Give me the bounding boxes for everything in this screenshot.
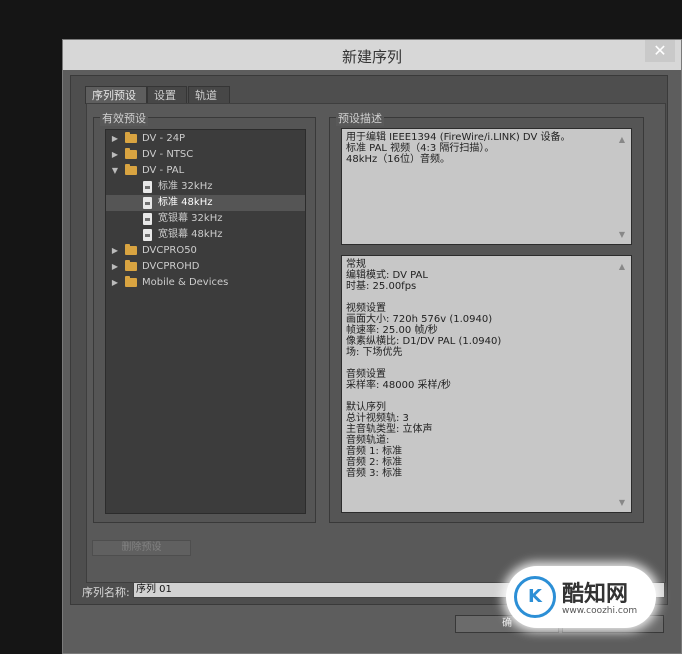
detail-line: 默认序列 <box>346 402 386 413</box>
detail-line: 音频 1: 标准 <box>346 446 403 457</box>
folder-icon <box>125 260 137 271</box>
tree-item-label: DVCPRO50 <box>142 245 197 256</box>
tree-item-label: 宽银幕 32kHz <box>158 213 223 224</box>
detail-line: 采样率: 48000 采样/秒 <box>346 380 451 391</box>
watermark-url: www.coozhi.com <box>562 606 638 616</box>
tree-item-widescreen-48khz[interactable]: 宽银幕 48kHz <box>106 227 305 243</box>
folder-icon <box>125 132 137 143</box>
tree-item-label: 宽银幕 48kHz <box>158 229 223 240</box>
tree-item-dv-ntsc[interactable]: ▶ DV - NTSC <box>106 147 305 163</box>
close-button[interactable]: ✕ <box>645 40 675 62</box>
detail-line <box>346 292 611 303</box>
tree-item-standard-48khz[interactable]: 标准 48kHz <box>106 195 305 211</box>
tree-item-label: DV - 24P <box>142 133 186 144</box>
scroll-up-icon[interactable]: ▲ <box>617 262 627 272</box>
watermark-logo: K 酷知网 www.coozhi.com <box>506 566 656 628</box>
watermark-name: 酷知网 <box>562 582 629 607</box>
expand-arrow-icon[interactable]: ▶ <box>111 259 119 275</box>
close-icon: ✕ <box>653 41 667 60</box>
available-presets-label: 有效预设 <box>100 110 148 126</box>
folder-icon <box>125 276 137 287</box>
title-bar: 新建序列 ✕ <box>63 40 681 70</box>
tree-item-widescreen-32khz[interactable]: 宽银幕 32kHz <box>106 211 305 227</box>
tab-label: 序列预设 <box>92 89 136 102</box>
tree-item-mobile-devices[interactable]: ▶ Mobile & Devices <box>106 275 305 291</box>
tab-settings[interactable]: 设置 <box>147 86 187 104</box>
tab-sequence-presets[interactable]: 序列预设 <box>85 86 147 104</box>
expand-arrow-icon[interactable]: ▶ <box>111 131 119 147</box>
scroll-down-icon[interactable]: ▼ <box>617 230 627 240</box>
dialog-title: 新建序列 <box>341 48 402 66</box>
summary-line: 48kHz（16位）音频。 <box>346 154 451 165</box>
detail-line <box>346 391 611 402</box>
detail-line: 编辑模式: DV PAL <box>346 270 428 281</box>
folder-icon <box>125 148 137 159</box>
detail-line: 主音轨类型: 立体声 <box>346 424 433 435</box>
tree-item-label: DVCPROHD <box>142 261 200 272</box>
summary-line: 标准 PAL 视频（4:3 隔行扫描）。 <box>346 143 495 154</box>
detail-line: 像素纵横比: D1/DV PAL (1.0940) <box>346 336 502 347</box>
tree-item-dvcpro50[interactable]: ▶ DVCPRO50 <box>106 243 305 259</box>
sequence-name-label: 序列名称: <box>82 586 130 599</box>
preset-file-icon <box>143 213 152 225</box>
tab-label: 轨道 <box>195 89 217 102</box>
tree-item-label: Mobile & Devices <box>142 277 229 288</box>
detail-line: 音频 3: 标准 <box>346 468 403 479</box>
detail-line: 帧速率: 25.00 帧/秒 <box>346 325 438 336</box>
tree-item-dvcprohd[interactable]: ▶ DVCPROHD <box>106 259 305 275</box>
detail-line <box>346 358 611 369</box>
tree-item-dv-24p[interactable]: ▶ DV - 24P <box>106 131 305 147</box>
expand-arrow-icon[interactable]: ▶ <box>111 275 119 291</box>
detail-line: 视频设置 <box>346 303 386 314</box>
preset-tree[interactable]: ▶ DV - 24P ▶ DV - NTSC ▼ DV - PAL 标准 32k… <box>105 129 306 514</box>
scroll-up-icon[interactable]: ▲ <box>617 135 627 145</box>
detail-line: 总计视频轨: 3 <box>346 413 409 424</box>
preset-file-icon <box>143 197 152 209</box>
collapse-arrow-icon[interactable]: ▼ <box>111 163 119 179</box>
preset-file-icon <box>143 229 152 241</box>
summary-line: 用于编辑 IEEE1394 (FireWire/i.LINK) DV 设备。 <box>346 132 571 143</box>
detail-line: 画面大小: 720h 576v (1.0940) <box>346 314 493 325</box>
preset-description-label: 预设描述 <box>336 110 384 126</box>
preset-details-box: 常规 编辑模式: DV PAL 时基: 25.00fps 视频设置 画面大小: … <box>341 255 632 513</box>
detail-line: 音频 2: 标准 <box>346 457 403 468</box>
expand-arrow-icon[interactable]: ▶ <box>111 147 119 163</box>
tab-label: 设置 <box>154 89 176 102</box>
detail-line: 音频设置 <box>346 369 386 380</box>
tree-item-label: DV - NTSC <box>142 149 194 160</box>
preset-file-icon <box>143 181 152 193</box>
detail-line: 场: 下场优先 <box>346 347 403 358</box>
tree-item-standard-32khz[interactable]: 标准 32kHz <box>106 179 305 195</box>
scroll-down-icon[interactable]: ▼ <box>617 498 627 508</box>
tree-item-label: 标准 48kHz <box>158 197 213 208</box>
new-sequence-dialog: 新建序列 ✕ 序列预设 设置 轨道 有效预设 预设描述 ▶ DV - 24P ▶ <box>62 39 682 654</box>
expand-arrow-icon[interactable]: ▶ <box>111 243 119 259</box>
coozhi-logo-icon: K <box>514 576 556 618</box>
tree-item-dv-pal[interactable]: ▼ DV - PAL <box>106 163 305 179</box>
delete-preset-button[interactable]: 删除预设 <box>92 540 191 556</box>
detail-line: 时基: 25.00fps <box>346 281 417 292</box>
folder-icon <box>125 164 137 175</box>
detail-line: 音频轨道: <box>346 435 390 446</box>
detail-line: 常规 <box>346 259 366 270</box>
tree-item-label: DV - PAL <box>142 165 185 176</box>
preset-summary-box: 用于编辑 IEEE1394 (FireWire/i.LINK) DV 设备。 标… <box>341 128 632 245</box>
tab-tracks[interactable]: 轨道 <box>188 86 230 104</box>
tree-item-label: 标准 32kHz <box>158 181 213 192</box>
folder-icon <box>125 244 137 255</box>
